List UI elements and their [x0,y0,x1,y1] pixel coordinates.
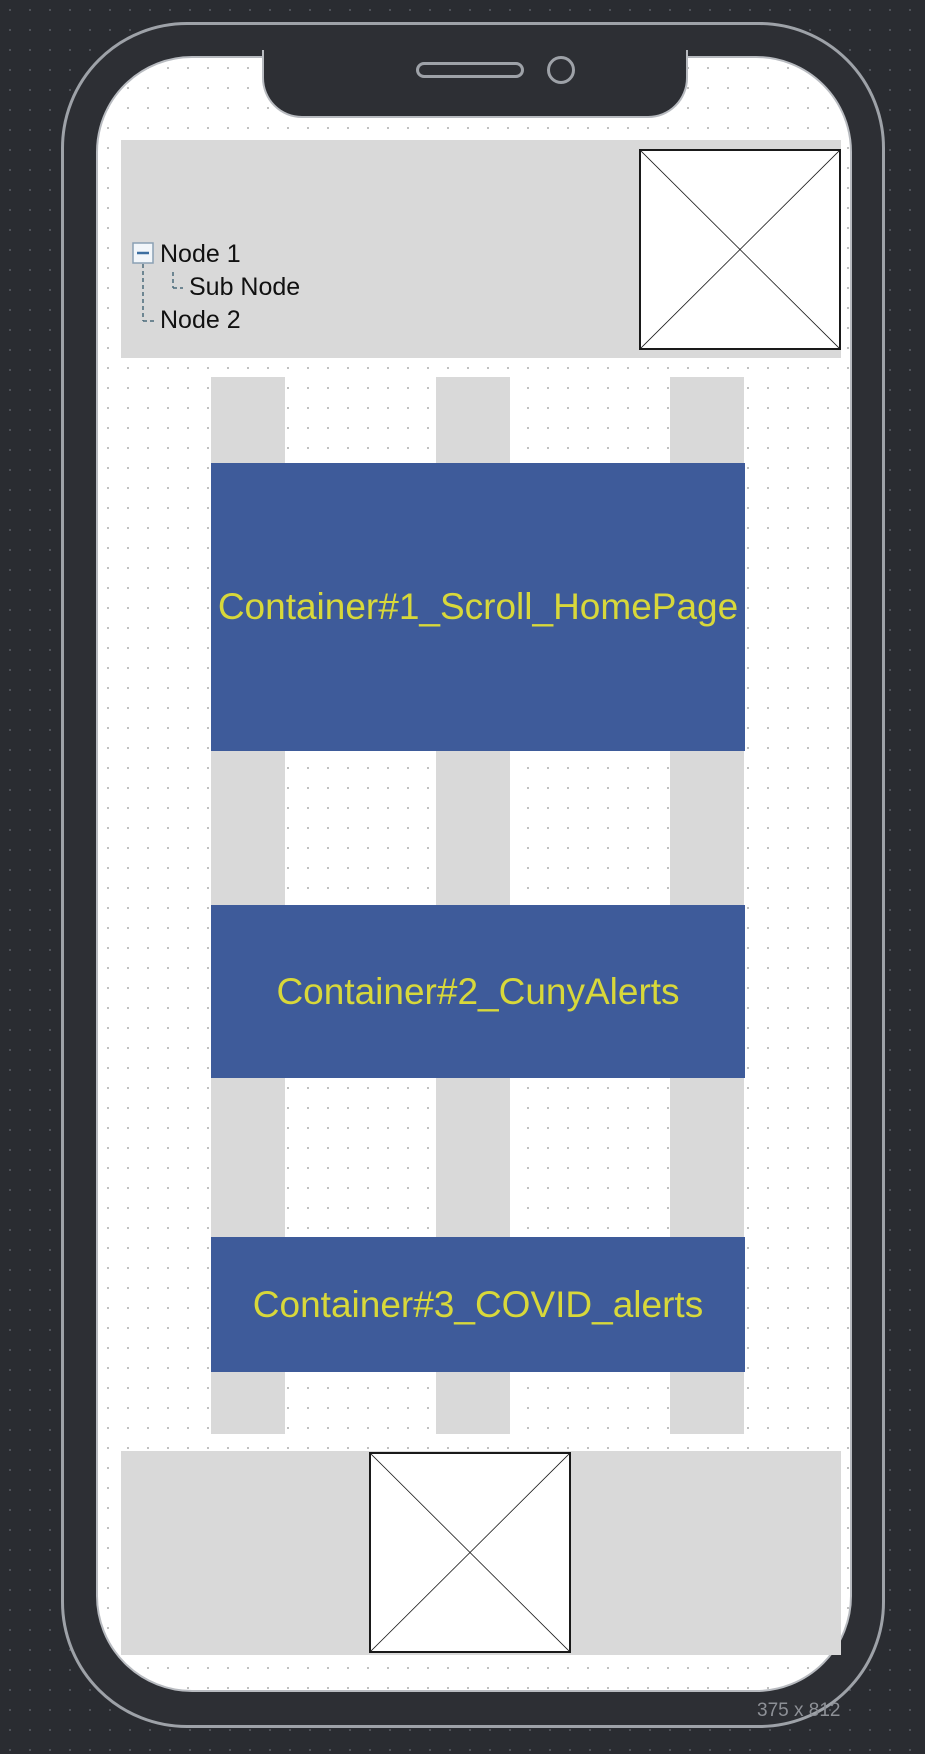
image-placeholder-icon [371,1454,569,1651]
footer-image-placeholder [369,1452,571,1653]
speaker-icon [416,62,524,78]
tree-sub-node[interactable]: Sub Node [189,273,300,302]
image-placeholder-icon [641,151,839,348]
camera-icon [547,56,575,84]
collapse-minus-icon[interactable] [132,242,154,264]
tree-node-2[interactable]: Node 2 [160,306,241,335]
container-label: Container#2_CunyAlerts [276,970,680,1012]
phone-notch [262,50,688,118]
container-scroll-homepage[interactable]: Container#1_Scroll_HomePage [211,463,745,751]
canvas-size-label: 375 x 812 [757,1700,841,1721]
container-label: Container#1_Scroll_HomePage [217,586,739,627]
container-label: Container#3_COVID_alerts [252,1283,704,1325]
header-image-placeholder [639,149,841,350]
tree-node-1[interactable]: Node 1 [160,240,241,269]
container-cuny-alerts[interactable]: Container#2_CunyAlerts [211,905,745,1078]
tree-view[interactable]: Node 1 Sub Node Node 2 [132,238,392,338]
container-covid-alerts[interactable]: Container#3_COVID_alerts [211,1237,745,1372]
